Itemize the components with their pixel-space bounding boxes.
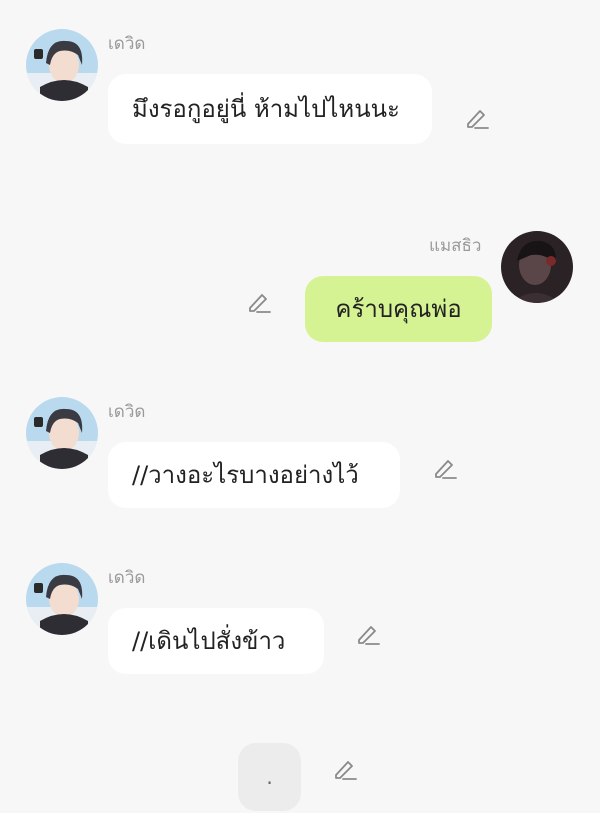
message-text: //เดินไปสั่งข้าว — [132, 627, 286, 655]
edit-button[interactable] — [464, 105, 490, 131]
pencil-edit-icon — [335, 761, 357, 780]
anime-boy-avatar-icon — [26, 563, 98, 635]
message-text: คร้าบคุณพ่อ — [335, 295, 462, 323]
avatar-david[interactable] — [26, 29, 98, 101]
message-text: //วางอะไรบางอย่างไว้ — [132, 461, 359, 489]
edit-button[interactable] — [355, 621, 381, 647]
message-bubble-mine[interactable]: คร้าบคุณพ่อ — [305, 276, 492, 342]
edit-button[interactable] — [432, 455, 458, 481]
message-bubble[interactable]: มึงรอกูอยู่นี่ ห้ามไปไหนนะ — [108, 74, 432, 144]
pencil-edit-icon — [467, 110, 489, 129]
edit-button[interactable] — [246, 289, 272, 315]
pencil-edit-icon — [358, 626, 380, 645]
avatar-david[interactable] — [26, 563, 98, 635]
pencil-edit-icon — [249, 294, 271, 313]
pencil-edit-icon — [435, 460, 457, 479]
edit-button[interactable] — [332, 756, 358, 782]
sender-name: เดวิด — [108, 34, 146, 54]
sender-name: เดวิด — [108, 402, 146, 422]
narration-bubble[interactable]: . — [238, 743, 301, 811]
avatar-matthew[interactable] — [501, 231, 573, 303]
anime-boy-avatar-icon — [26, 29, 98, 101]
message-text: . — [266, 765, 273, 789]
message-bubble[interactable]: //เดินไปสั่งข้าว — [108, 608, 324, 674]
message-text: มึงรอกูอยู่นี่ ห้ามไปไหนนะ — [132, 95, 400, 123]
sender-name: แมสธิว — [429, 236, 482, 256]
message-bubble[interactable]: //วางอะไรบางอย่างไว้ — [108, 442, 400, 508]
anime-boy-avatar-icon — [26, 397, 98, 469]
dark-portrait-avatar-icon — [501, 231, 573, 303]
sender-name: เดวิด — [108, 568, 146, 588]
avatar-david[interactable] — [26, 397, 98, 469]
